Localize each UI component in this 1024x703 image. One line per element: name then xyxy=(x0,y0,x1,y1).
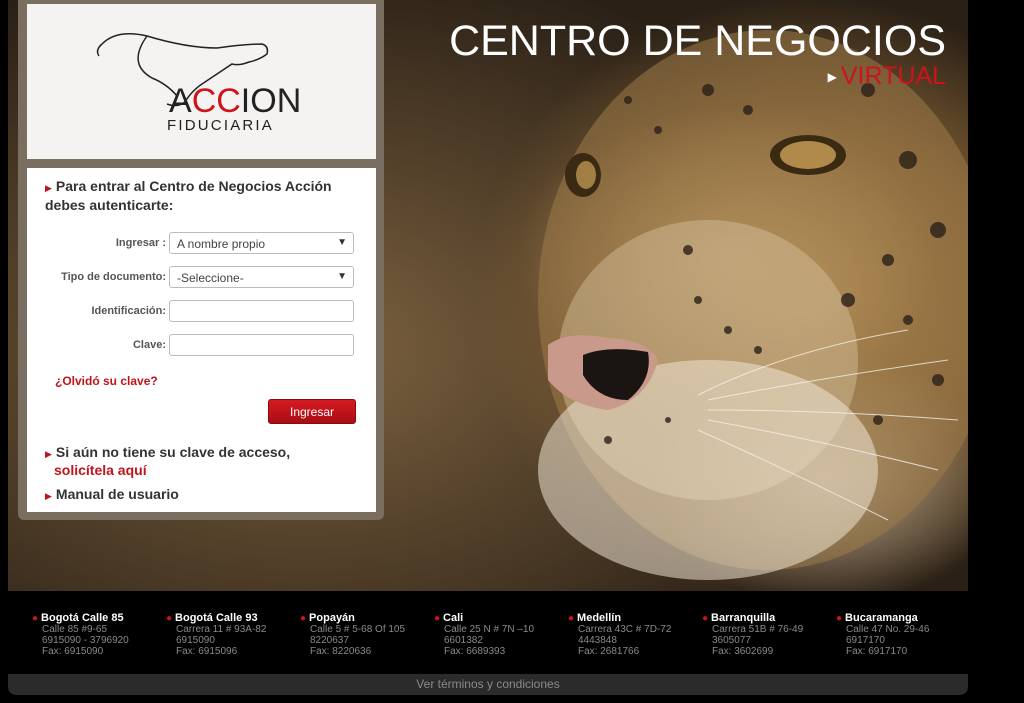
office-name: Popayán xyxy=(309,612,355,624)
ingresar-label: Ingresar : xyxy=(115,237,166,249)
office-name: Cali xyxy=(443,612,464,624)
office-item: ● Cali Calle 25 N # 7N –10 6601382 Fax: 6… xyxy=(434,612,564,657)
terms-bar: Ver términos y condiciones xyxy=(8,674,968,695)
row-tipo-documento: Tipo de documento: -Seleccione- ▼ xyxy=(27,266,376,290)
triangle-right-icon: ▶ xyxy=(827,70,837,85)
office-address: Carrera 43C # 7D-72 xyxy=(578,624,672,635)
chevron-down-icon: ▼ xyxy=(337,237,347,248)
tipo-documento-select[interactable]: -Seleccione- ▼ xyxy=(169,266,354,288)
office-address: Calle 47 No. 29-46 xyxy=(846,624,930,635)
office-fax: Fax: 6915096 xyxy=(176,646,238,657)
office-name: Medellín xyxy=(577,612,622,624)
accion-fiduciaria-logo: ACCION FIDUCIARIA xyxy=(96,33,301,134)
office-fax: Fax: 3602699 xyxy=(712,646,774,657)
login-button[interactable]: Ingresar xyxy=(268,399,356,424)
logo-area: ACCION FIDUCIARIA xyxy=(27,4,376,159)
office-phone: 4443848 xyxy=(578,635,617,646)
headline-title: CENTRO DE NEGOCIOS xyxy=(449,17,946,65)
row-identificacion: Identificación: xyxy=(27,300,376,324)
ingresar-select[interactable]: A nombre propio ▼ xyxy=(169,232,354,254)
clave-label: Clave: xyxy=(132,339,166,351)
office-fax: Fax: 6915090 xyxy=(42,646,104,657)
office-address: Carrera 51B # 76-49 xyxy=(712,624,804,635)
office-fax: Fax: 8220636 xyxy=(310,646,372,657)
office-item: ● Bogotá Calle 93 Carrera 11 # 93A-82 691… xyxy=(166,612,296,657)
tipo-documento-label: Tipo de documento: xyxy=(61,271,166,283)
page-headline: CENTRO DE NEGOCIOS ▶ VIRTUAL xyxy=(449,16,946,89)
map-pin-icon: ● xyxy=(836,613,843,624)
triangle-right-icon: ▶ xyxy=(45,449,52,459)
office-phone: 8220637 xyxy=(310,635,349,646)
identificacion-label: Identificación: xyxy=(91,305,166,317)
office-phone: 6915090 xyxy=(176,635,215,646)
map-pin-icon: ● xyxy=(702,613,709,624)
headline-subtitle: ▶ VIRTUAL xyxy=(449,64,946,89)
tipo-documento-select-value: -Seleccione- xyxy=(177,271,244,285)
office-fax: Fax: 2681766 xyxy=(578,646,640,657)
office-address: Calle 5 # 5-68 Of 105 xyxy=(310,624,406,635)
map-pin-icon: ● xyxy=(434,613,441,624)
request-key-link[interactable]: solicítela aquí xyxy=(45,462,147,478)
office-phone: 6915090 - 3796920 xyxy=(42,635,129,646)
office-fax: Fax: 6689393 xyxy=(444,646,506,657)
forgot-password-link[interactable]: ¿Olvidó su clave? xyxy=(55,374,158,388)
triangle-right-icon: ▶ xyxy=(45,491,52,501)
office-phone: 6601382 xyxy=(444,635,483,646)
office-phone: 3605077 xyxy=(712,635,751,646)
login-intro: ▶ Para entrar al Centro de Negocios Acció… xyxy=(45,178,365,214)
office-name: Bogotá Calle 93 xyxy=(175,612,258,624)
logo-text-main: ACCION xyxy=(169,82,301,120)
map-pin-icon: ● xyxy=(166,613,173,624)
office-item: ● Barranquilla Carrera 51B # 76-49 360507… xyxy=(702,612,832,657)
office-name: Bucaramanga xyxy=(845,612,918,624)
login-form: ▶ Para entrar al Centro de Negocios Acció… xyxy=(27,168,376,512)
headline-subtitle-text: VIRTUAL xyxy=(840,62,946,90)
office-item: ● Medellín Carrera 43C # 7D-72 4443848 Fa… xyxy=(568,612,698,657)
map-pin-icon: ● xyxy=(300,613,307,624)
office-item: ● Bucaramanga Calle 47 No. 29-46 6917170 … xyxy=(836,612,966,657)
user-manual-block: ▶ Manual de usuario xyxy=(45,486,179,502)
user-manual-link[interactable]: Manual de usuario xyxy=(56,486,179,502)
office-item: ● Bogotá Calle 85 Calle 85 #9-65 6915090 … xyxy=(32,612,162,657)
identificacion-input[interactable] xyxy=(169,300,354,322)
office-address: Calle 85 #9-65 xyxy=(42,624,108,635)
office-item: ● Popayán Calle 5 # 5-68 Of 105 8220637 F… xyxy=(300,612,430,657)
office-fax: Fax: 6917170 xyxy=(846,646,908,657)
office-phone: 6917170 xyxy=(846,635,885,646)
map-pin-icon: ● xyxy=(32,613,39,624)
triangle-right-icon: ▶ xyxy=(45,183,52,193)
offices-footer: ● Bogotá Calle 85 Calle 85 #9-65 6915090 … xyxy=(8,600,968,670)
office-name: Bogotá Calle 85 xyxy=(41,612,124,624)
login-intro-text: Para entrar al Centro de Negocios Acción… xyxy=(45,178,332,213)
map-pin-icon: ● xyxy=(568,613,575,624)
office-address: Carrera 11 # 93A-82 xyxy=(176,624,267,635)
request-key-block: ▶ Si aún no tiene su clave de acceso, sol… xyxy=(45,444,365,478)
row-clave: Clave: xyxy=(27,334,376,358)
request-key-text: Si aún no tiene su clave de acceso, xyxy=(55,444,291,460)
chevron-down-icon: ▼ xyxy=(337,271,347,282)
ingresar-select-value: A nombre propio xyxy=(177,237,266,251)
office-name: Barranquilla xyxy=(711,612,776,624)
logo-text-sub: FIDUCIARIA xyxy=(167,117,274,134)
office-address: Calle 25 N # 7N –10 xyxy=(444,624,535,635)
terms-link[interactable]: Ver términos y condiciones xyxy=(416,677,559,691)
clave-input[interactable] xyxy=(169,334,354,356)
row-ingresar: Ingresar : A nombre propio ▼ xyxy=(27,232,376,256)
